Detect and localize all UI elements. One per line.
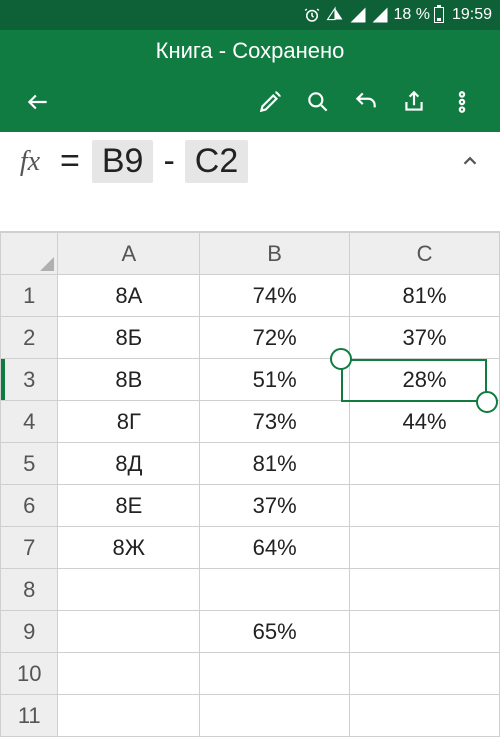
cell-c10[interactable] (350, 653, 500, 695)
column-header-a[interactable]: A (58, 233, 200, 275)
draw-button[interactable] (246, 78, 294, 126)
row-header-10[interactable]: 10 (1, 653, 58, 695)
search-button[interactable] (294, 78, 342, 126)
cell-b9[interactable]: 65% (200, 611, 350, 653)
cell-c9[interactable] (350, 611, 500, 653)
toolbar (0, 72, 500, 132)
row-header-6[interactable]: 6 (1, 485, 58, 527)
cell-b3[interactable]: 51% (200, 359, 350, 401)
row-header-4[interactable]: 4 (1, 401, 58, 443)
cell-b5[interactable]: 81% (200, 443, 350, 485)
spreadsheet[interactable]: A B C 18А74%81% 28Б72%37% 38В51%28% 48Г7… (0, 232, 500, 737)
row-header-3[interactable]: 3 (1, 359, 58, 401)
share-button[interactable] (390, 78, 438, 126)
cell-b6[interactable]: 37% (200, 485, 350, 527)
collapse-formula-button[interactable] (450, 140, 490, 172)
cell-c4[interactable]: 44% (350, 401, 500, 443)
cell-a3[interactable]: 8В (58, 359, 200, 401)
column-header-b[interactable]: B (200, 233, 350, 275)
row-header-8[interactable]: 8 (1, 569, 58, 611)
formula-input[interactable]: = B9 - C2 (54, 140, 450, 183)
cell-c11[interactable] (350, 695, 500, 737)
cell-c5[interactable] (350, 443, 500, 485)
fx-label[interactable]: fx (6, 140, 54, 178)
cell-b1[interactable]: 74% (200, 275, 350, 317)
cell-a4[interactable]: 8Г (58, 401, 200, 443)
cell-a10[interactable] (58, 653, 200, 695)
status-bar: 18 % 19:59 (0, 0, 500, 30)
document-title: Книга - Сохранено (156, 38, 345, 64)
row-header-7[interactable]: 7 (1, 527, 58, 569)
cell-a9[interactable] (58, 611, 200, 653)
cell-c1[interactable]: 81% (350, 275, 500, 317)
more-button[interactable] (438, 78, 486, 126)
alarm-icon (303, 6, 321, 24)
row-header-9[interactable]: 9 (1, 611, 58, 653)
row-header-2[interactable]: 2 (1, 317, 58, 359)
formula-operator: - (163, 142, 174, 181)
cell-c7[interactable] (350, 527, 500, 569)
cell-c6[interactable] (350, 485, 500, 527)
back-button[interactable] (14, 78, 62, 126)
cell-a7[interactable]: 8Ж (58, 527, 200, 569)
cell-a1[interactable]: 8А (58, 275, 200, 317)
cell-a6[interactable]: 8Е (58, 485, 200, 527)
formula-bar: fx = B9 - C2 (0, 132, 500, 232)
battery-icon (434, 7, 444, 23)
cell-b4[interactable]: 73% (200, 401, 350, 443)
undo-button[interactable] (342, 78, 390, 126)
cell-b2[interactable]: 72% (200, 317, 350, 359)
row-header-5[interactable]: 5 (1, 443, 58, 485)
formula-ref-2: C2 (185, 140, 248, 183)
cell-a8[interactable] (58, 569, 200, 611)
cell-c3[interactable]: 28% (350, 359, 500, 401)
cell-a11[interactable] (58, 695, 200, 737)
cell-c2[interactable]: 37% (350, 317, 500, 359)
cell-a5[interactable]: 8Д (58, 443, 200, 485)
wifi-icon (325, 6, 345, 24)
title-bar: Книга - Сохранено (0, 30, 500, 72)
select-all-corner[interactable] (1, 233, 58, 275)
cell-b8[interactable] (200, 569, 350, 611)
cell-b7[interactable]: 64% (200, 527, 350, 569)
battery-percent: 18 % (393, 6, 429, 24)
cell-a2[interactable]: 8Б (58, 317, 200, 359)
signal-icon-2 (371, 6, 389, 24)
formula-equals: = (60, 142, 80, 181)
cell-b11[interactable] (200, 695, 350, 737)
row-header-1[interactable]: 1 (1, 275, 58, 317)
cell-b10[interactable] (200, 653, 350, 695)
clock: 19:59 (452, 6, 492, 24)
column-header-c[interactable]: C (350, 233, 500, 275)
formula-ref-1: B9 (92, 140, 154, 183)
signal-icon (349, 6, 367, 24)
row-header-11[interactable]: 11 (1, 695, 58, 737)
cell-c8[interactable] (350, 569, 500, 611)
